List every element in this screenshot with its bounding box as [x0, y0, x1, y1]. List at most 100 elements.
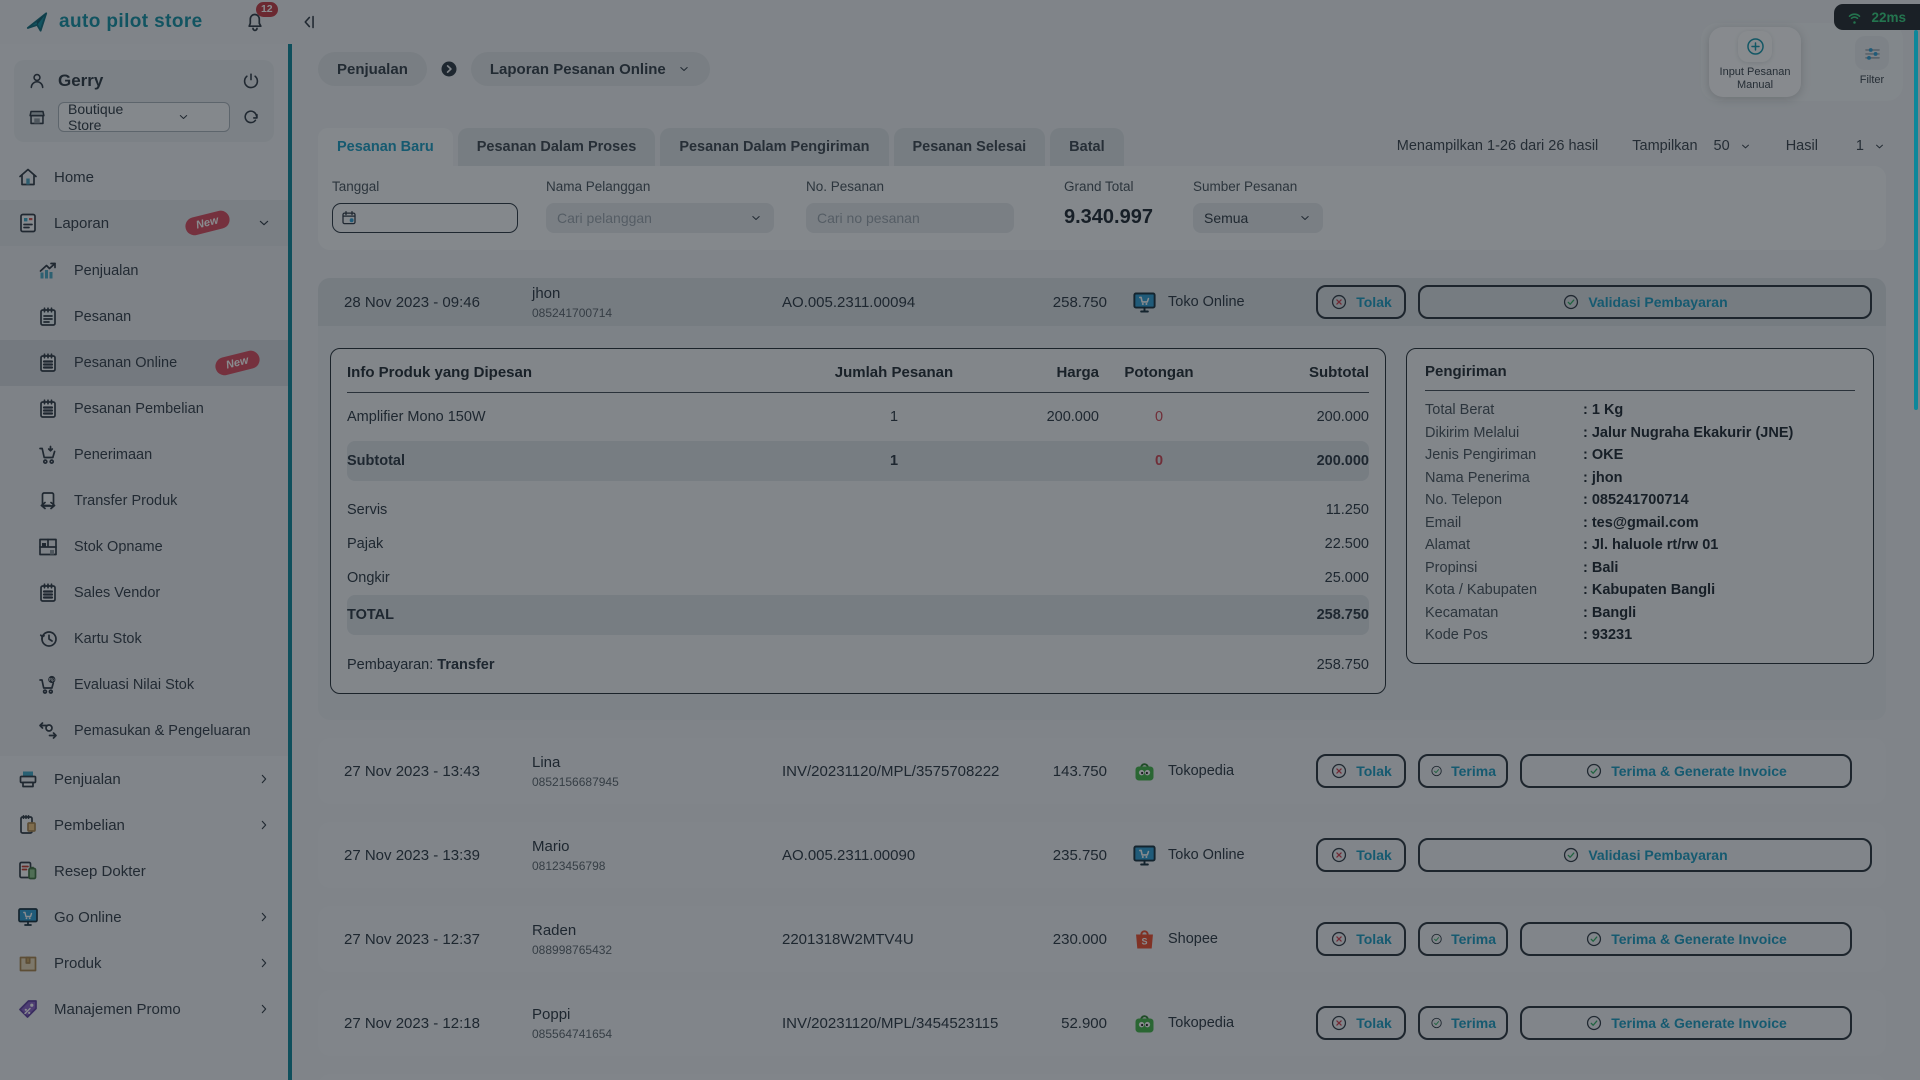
sidebar-item-laporan[interactable]: LaporanNew	[0, 200, 288, 246]
invoice-button[interactable]: Terima & Generate Invoice	[1520, 922, 1852, 956]
order-customer: Mario08123456798	[532, 838, 782, 873]
order-row[interactable]: 27 Nov 2023 - 13:39Mario08123456798AO.00…	[318, 822, 1886, 888]
store-selector[interactable]: Boutique Store	[58, 102, 230, 132]
svg-text:Rp: Rp	[49, 677, 55, 682]
check-circle-icon	[1585, 762, 1603, 780]
top-bar: auto pilot store 12 22ms Input Pesanan M…	[0, 0, 1920, 44]
sidebar-item-sales-vendor[interactable]: Sales Vendor	[0, 570, 288, 616]
order-row[interactable]: 28 Nov 2023 - 09:46jhon085241700714AO.00…	[318, 278, 1886, 326]
power-logout-icon[interactable]	[240, 70, 262, 92]
in-out-icon	[36, 719, 60, 743]
shipping-row: Kode Pos: 93231	[1425, 624, 1855, 647]
breadcrumb-laporan-pesanan-online[interactable]: Laporan Pesanan Online	[471, 52, 710, 86]
sidebar-item-transfer-produk[interactable]: Transfer Produk	[0, 478, 288, 524]
invoice-button[interactable]: Terima & Generate Invoice	[1520, 754, 1852, 788]
sidebar-item-label: Home	[54, 169, 94, 186]
fee-row: Servis11.250	[347, 493, 1369, 527]
filter-sliders-icon	[1855, 36, 1889, 70]
input-pesanan-manual-button[interactable]: Input Pesanan Manual	[1709, 27, 1801, 97]
sidebar-item-manajemen-promo[interactable]: Manajemen Promo	[0, 986, 288, 1032]
order-customer: Raden088998765432	[532, 922, 782, 957]
filter-button[interactable]: Filter	[1849, 27, 1895, 97]
order-source-label: Tokopedia	[1168, 763, 1234, 779]
sidebar-item-evaluasi-nilai-stok[interactable]: Rp Evaluasi Nilai Stok	[0, 662, 288, 708]
page-size-dropdown[interactable]: 50	[1714, 138, 1752, 154]
page-number-dropdown[interactable]: 1	[1856, 138, 1886, 154]
payment-row: Pembayaran: Transfer258.750	[347, 635, 1369, 679]
cart-in-icon	[36, 443, 60, 467]
tolak-button[interactable]: Tolak	[1316, 1006, 1406, 1040]
sidebar-item-pemasukan-dan-pengeluaran[interactable]: Pemasukan & Pengeluaran	[0, 708, 288, 754]
header-actions: Input Pesanan Manual Filter	[1701, 23, 1903, 101]
order-row[interactable]: 27 Nov 2023 - 12:18Poppi085564741654INV/…	[318, 990, 1886, 1056]
sidebar-item-pesanan-pembelian[interactable]: Pesanan Pembelian	[0, 386, 288, 432]
sidebar-item-label: Penjualan	[74, 263, 139, 279]
terima-button[interactable]: Terima	[1418, 1006, 1508, 1040]
sumber-pesanan-select[interactable]: Semua	[1193, 203, 1323, 233]
x-circle-icon	[1330, 846, 1348, 864]
order-total: 258.750	[1011, 294, 1131, 311]
x-circle-icon	[1330, 930, 1348, 948]
chevron-right-icon	[256, 817, 272, 833]
sidebar-item-penjualan[interactable]: Penjualan	[0, 248, 288, 294]
sidebar-item-pembelian[interactable]: Pembelian	[0, 802, 288, 848]
tab-batal[interactable]: Batal	[1050, 128, 1123, 166]
customer-phone: 085564741654	[532, 1027, 782, 1041]
tolak-button[interactable]: Tolak	[1316, 838, 1406, 872]
tokopedia-icon	[1131, 1010, 1158, 1037]
filter-nama-pelanggan: Nama Pelanggan Cari pelanggan	[546, 179, 774, 233]
tanggal-input[interactable]	[332, 203, 518, 233]
total-row: TOTAL258.750	[347, 595, 1369, 635]
chevron-down-icon	[677, 62, 691, 76]
sidebar-item-home[interactable]: Home	[0, 154, 288, 200]
sidebar-item-label: Pesanan Online	[74, 355, 177, 371]
sidebar-item-pesanan-online[interactable]: Pesanan OnlineNew	[0, 340, 288, 386]
terima-button[interactable]: Terima	[1418, 754, 1508, 788]
validasi-button[interactable]: Validasi Pembayaran	[1418, 285, 1872, 319]
order-source: SShopee	[1131, 926, 1316, 953]
calendar-icon	[340, 209, 358, 227]
chevron-down-icon	[1298, 211, 1312, 225]
breadcrumb-penjualan[interactable]: Penjualan	[318, 52, 427, 86]
tab-pesanan-baru[interactable]: Pesanan Baru	[318, 128, 453, 166]
subtotal-row: Subtotal10200.000	[347, 441, 1369, 481]
shipping-row: Kota / Kabupaten: Kabupaten Bangli	[1425, 579, 1855, 602]
shipping-row: Alamat: Jl. haluole rt/rw 01	[1425, 534, 1855, 557]
sidebar-item-stok-opname[interactable]: Stok Opname	[0, 524, 288, 570]
order-customer: jhon085241700714	[532, 285, 782, 320]
order-row[interactable]: 27 Nov 2023 - 13:43Lina0852156687945INV/…	[318, 738, 1886, 804]
page-scrollbar-thumb[interactable]	[1914, 30, 1918, 410]
tab-pesanan-dalam-pengiriman[interactable]: Pesanan Dalam Pengiriman	[660, 128, 888, 166]
order-row[interactable]: 27 Nov 2023 - 12:17Ronal085563219845F-22…	[318, 1074, 1886, 1080]
sidebar-item-label: Pembelian	[54, 817, 125, 834]
sidebar-item-label: Evaluasi Nilai Stok	[74, 677, 194, 693]
sidebar: Gerry Boutique Store HomeLaporanNewPenju…	[0, 44, 288, 1080]
sidebar-item-produk[interactable]: Produk	[0, 940, 288, 986]
collapse-sidebar-button[interactable]	[297, 11, 319, 33]
refresh-icon[interactable]	[240, 106, 262, 128]
sidebar-item-penjualan[interactable]: Penjualan	[0, 756, 288, 802]
tab-pesanan-selesai[interactable]: Pesanan Selesai	[894, 128, 1046, 166]
customer-name: jhon	[532, 285, 782, 302]
prescription-icon	[16, 859, 40, 883]
sidebar-item-kartu-stok[interactable]: Kartu Stok	[0, 616, 288, 662]
no-pesanan-input[interactable]	[817, 210, 1003, 226]
invoice-button[interactable]: Terima & Generate Invoice	[1520, 1006, 1852, 1040]
tolak-button[interactable]: Tolak	[1316, 754, 1406, 788]
validasi-button[interactable]: Validasi Pembayaran	[1418, 838, 1872, 872]
terima-button[interactable]: Terima	[1418, 922, 1508, 956]
tolak-button[interactable]: Tolak	[1316, 922, 1406, 956]
sidebar-item-go-online[interactable]: Go Online	[0, 894, 288, 940]
sidebar-item-resep-dokter[interactable]: Resep Dokter	[0, 848, 288, 894]
notifications-button[interactable]: 12	[243, 10, 267, 34]
shipping-panel: PengirimanTotal Berat: 1 KgDikirim Melal…	[1406, 348, 1874, 664]
order-actions: Tolak Validasi Pembayaran	[1316, 838, 1872, 872]
tab-pesanan-dalam-proses[interactable]: Pesanan Dalam Proses	[458, 128, 656, 166]
order-date: 27 Nov 2023 - 12:18	[332, 1015, 532, 1032]
sidebar-item-pesanan[interactable]: Pesanan	[0, 294, 288, 340]
tolak-button[interactable]: Tolak	[1316, 285, 1406, 319]
check-circle-icon	[1562, 846, 1580, 864]
sidebar-item-penerimaan[interactable]: Penerimaan	[0, 432, 288, 478]
order-row[interactable]: 27 Nov 2023 - 12:37Raden0889987654322201…	[318, 906, 1886, 972]
nama-pelanggan-select[interactable]: Cari pelanggan	[546, 203, 774, 233]
